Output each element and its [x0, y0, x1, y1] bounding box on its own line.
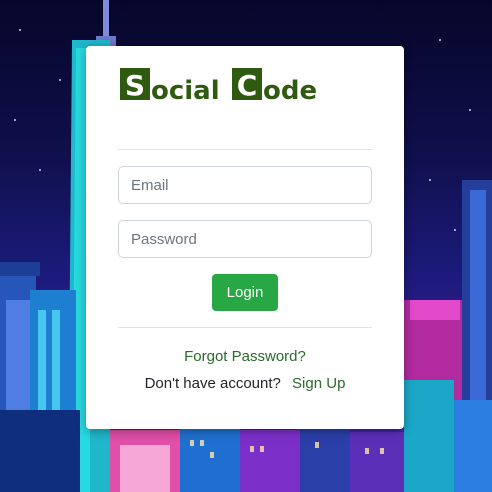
forgot-password-link[interactable]: Forgot Password?: [86, 348, 404, 365]
svg-text:ocial: ocial: [151, 76, 220, 104]
email-field[interactable]: [118, 166, 372, 204]
socialcode-logo: S ocial C ode: [120, 68, 317, 104]
bottom-divider: [118, 327, 372, 328]
login-button[interactable]: Login: [212, 274, 278, 311]
top-divider: [118, 149, 372, 150]
sign-up-link[interactable]: Sign Up: [292, 375, 345, 392]
svg-text:ode: ode: [263, 76, 317, 104]
login-card: S ocial C ode Login Forgot Password? Don…: [86, 46, 404, 429]
no-account-text: Don't have account?: [144, 375, 281, 392]
svg-text:C: C: [237, 69, 258, 102]
signup-row: Don't have account? Sign Up: [86, 375, 404, 392]
svg-text:S: S: [125, 69, 145, 102]
password-field[interactable]: [118, 220, 372, 258]
